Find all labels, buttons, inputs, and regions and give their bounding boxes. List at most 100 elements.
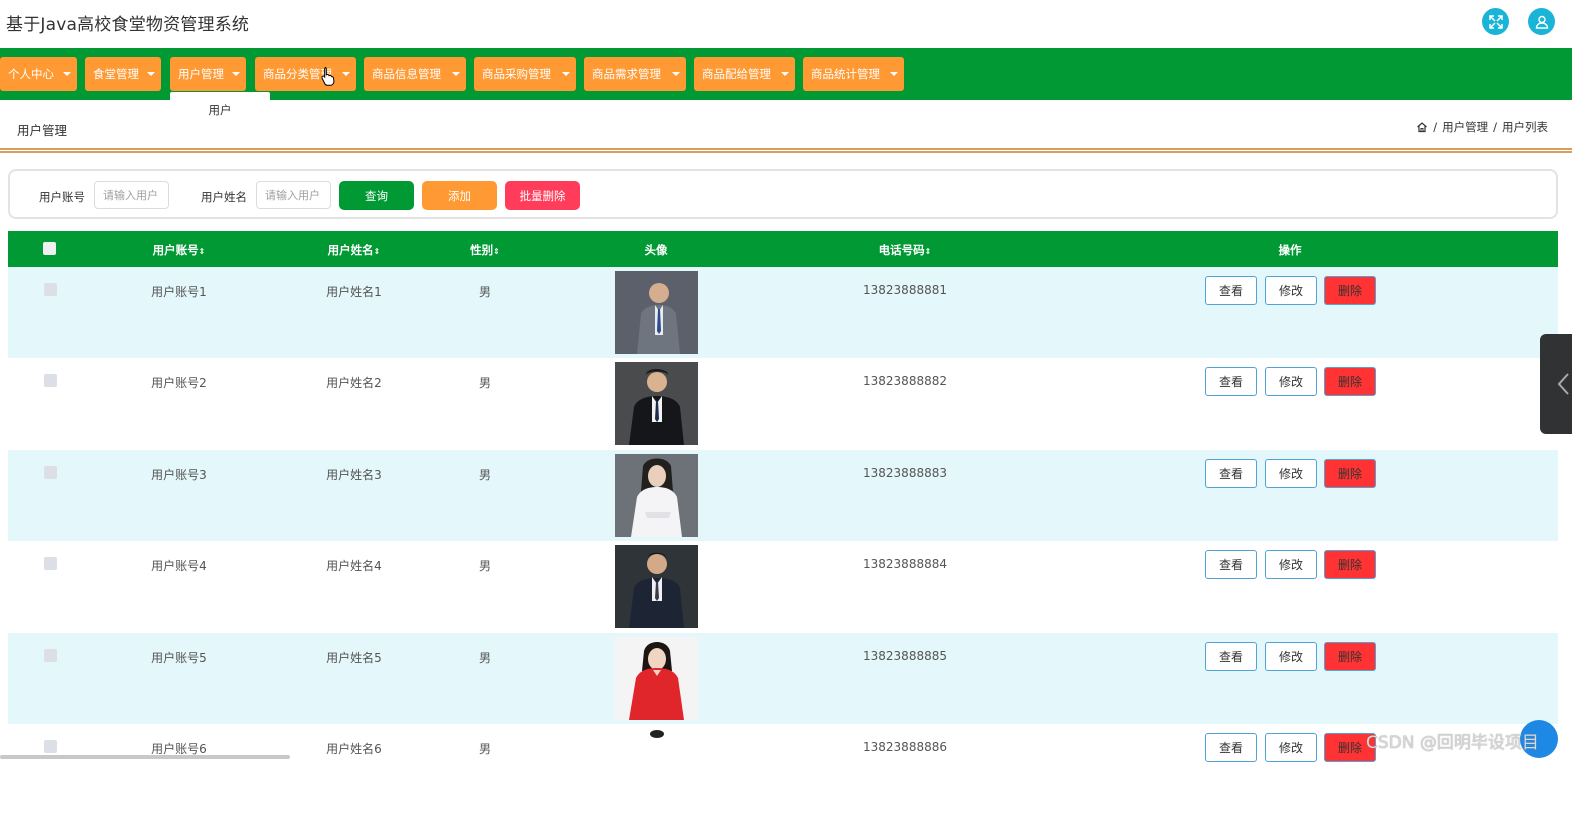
nav-item-canteen[interactable]: 食堂管理 [85,57,161,91]
cell-account: 用户账号4 [151,559,207,574]
cell-gender: 男 [478,376,492,391]
chevron-left-icon [1557,373,1569,395]
breadcrumb-level2: 用户列表 [1502,120,1548,134]
delete-button[interactable]: 删除 [1324,458,1376,488]
caret-down-icon [672,72,680,76]
avatar-photo[interactable] [615,362,698,446]
cell-gender: 男 [478,741,492,756]
row-checkbox[interactable] [44,465,57,479]
table-row: 用户账号4 用户姓名4 男 13823888884 查看 修改 删除 [8,541,1558,632]
cell-name: 用户姓名1 [326,285,382,299]
nav-item-category[interactable]: 商品分类管理 [255,57,356,91]
view-button[interactable]: 查看 [1205,458,1257,488]
breadcrumb: / 用户管理 / 用户列表 [1416,119,1548,135]
caret-down-icon [147,72,155,76]
sort-icon[interactable]: ⇕ [199,247,206,256]
cell-phone: 13823888884 [863,557,947,572]
cell-account: 用户账号2 [151,376,207,391]
row-checkbox[interactable] [44,374,57,388]
header-label: 用户姓名 [327,243,374,257]
caret-down-icon [232,72,240,76]
user-icon[interactable] [1528,8,1555,35]
horizontal-scrollbar[interactable] [0,755,290,759]
view-button[interactable]: 查看 [1205,641,1257,671]
delete-button[interactable]: 删除 [1324,641,1376,671]
caret-down-icon [562,72,570,76]
hand-cursor-icon [321,67,335,86]
column-header-actions: 操作 [1278,243,1302,257]
row-checkbox[interactable] [44,648,57,662]
row-checkbox[interactable] [44,283,57,296]
view-button[interactable]: 查看 [1205,367,1257,397]
edit-button[interactable]: 修改 [1265,732,1317,762]
sort-icon[interactable]: ⇕ [925,247,932,256]
dropdown-item-user[interactable]: 用户 [170,102,270,118]
cell-name: 用户姓名3 [326,467,382,482]
column-header-phone[interactable]: 电话号码⇕ [879,242,932,258]
table-row: 用户账号2 用户姓名2 男 13823888882 查看 修改 删除 [8,358,1558,449]
avatar-photo[interactable] [615,453,698,537]
nav-item-label: 商品统计管理 [811,67,880,81]
batch-delete-button[interactable]: 批量删除 [505,181,580,210]
cell-phone: 13823888885 [863,648,947,663]
table-row: 用户账号5 用户姓名5 男 13823888885 查看 修改 删除 [8,632,1558,724]
view-button[interactable]: 查看 [1205,732,1257,762]
nav-item-users[interactable]: 用户管理 [170,57,246,91]
user-table: 用户账号⇕ 用户姓名⇕ 性别⇕ 头像 电话号码⇕ 操作 用户账号1 用户姓名1 … [8,231,1558,815]
edit-button[interactable]: 修改 [1265,641,1317,671]
sort-icon[interactable]: ⇕ [493,247,500,256]
breadcrumb-separator: / [1433,120,1438,134]
view-button[interactable]: 查看 [1205,276,1257,305]
expand-icon[interactable] [1482,8,1509,35]
column-header-gender[interactable]: 性别⇕ [470,242,500,258]
nav-item-label: 个人中心 [8,67,54,81]
table-row: 用户账号1 用户姓名1 男 13823888881 查看 修改 删除 [8,267,1558,359]
nav-item-purchase[interactable]: 商品采购管理 [474,57,576,91]
sort-icon[interactable]: ⇕ [374,247,381,256]
account-search-input[interactable] [94,181,169,209]
nav-item-personal-center[interactable]: 个人中心 [0,57,77,91]
name-search-input[interactable] [256,181,331,209]
query-button[interactable]: 查询 [339,181,414,210]
nav-item-statistics[interactable]: 商品统计管理 [803,57,904,91]
nav-item-product-info[interactable]: 商品信息管理 [364,57,466,91]
column-header-name[interactable]: 用户姓名⇕ [328,242,381,258]
home-icon[interactable] [1416,121,1428,133]
column-header-account[interactable]: 用户账号⇕ [153,242,206,258]
header-label: 性别 [470,243,494,257]
edit-button[interactable]: 修改 [1265,550,1317,580]
nav-item-label: 食堂管理 [93,67,139,81]
avatar-photo[interactable] [615,727,698,811]
side-panel-toggle[interactable] [1540,334,1572,434]
select-all-checkbox[interactable] [43,242,56,255]
edit-button[interactable]: 修改 [1265,458,1317,488]
view-button[interactable]: 查看 [1205,550,1257,580]
row-checkbox[interactable] [44,557,57,571]
edit-button[interactable]: 修改 [1265,276,1317,305]
edit-button[interactable]: 修改 [1265,367,1317,397]
nav-item-demand[interactable]: 商品需求管理 [584,57,686,91]
avatar-photo[interactable] [615,545,698,629]
avatar-photo[interactable] [615,636,698,720]
delete-button[interactable]: 删除 [1324,276,1376,305]
nav-item-label: 商品配给管理 [702,67,771,81]
page-title: 用户管理 [17,123,68,138]
row-checkbox[interactable] [44,739,57,753]
header-label: 用户账号 [152,243,199,257]
delete-button[interactable]: 删除 [1324,550,1376,580]
avatar-photo[interactable] [615,271,698,354]
add-button[interactable]: 添加 [422,181,497,210]
nav-item-label: 用户管理 [178,67,224,81]
cell-phone: 13823888883 [863,465,947,480]
caret-down-icon [890,72,898,76]
cell-gender: 男 [478,650,492,665]
delete-button[interactable]: 删除 [1324,367,1376,397]
header-label: 电话号码 [878,243,925,257]
nav-item-label: 商品信息管理 [372,67,441,81]
users-dropdown-menu: 用户 [170,92,270,126]
nav-item-allocation[interactable]: 商品配给管理 [694,57,795,91]
breadcrumb-level1[interactable]: 用户管理 [1442,119,1488,135]
nav-item-label: 商品需求管理 [592,67,661,81]
cell-account: 用户账号5 [151,650,207,665]
account-search-label: 用户账号 [39,190,85,204]
